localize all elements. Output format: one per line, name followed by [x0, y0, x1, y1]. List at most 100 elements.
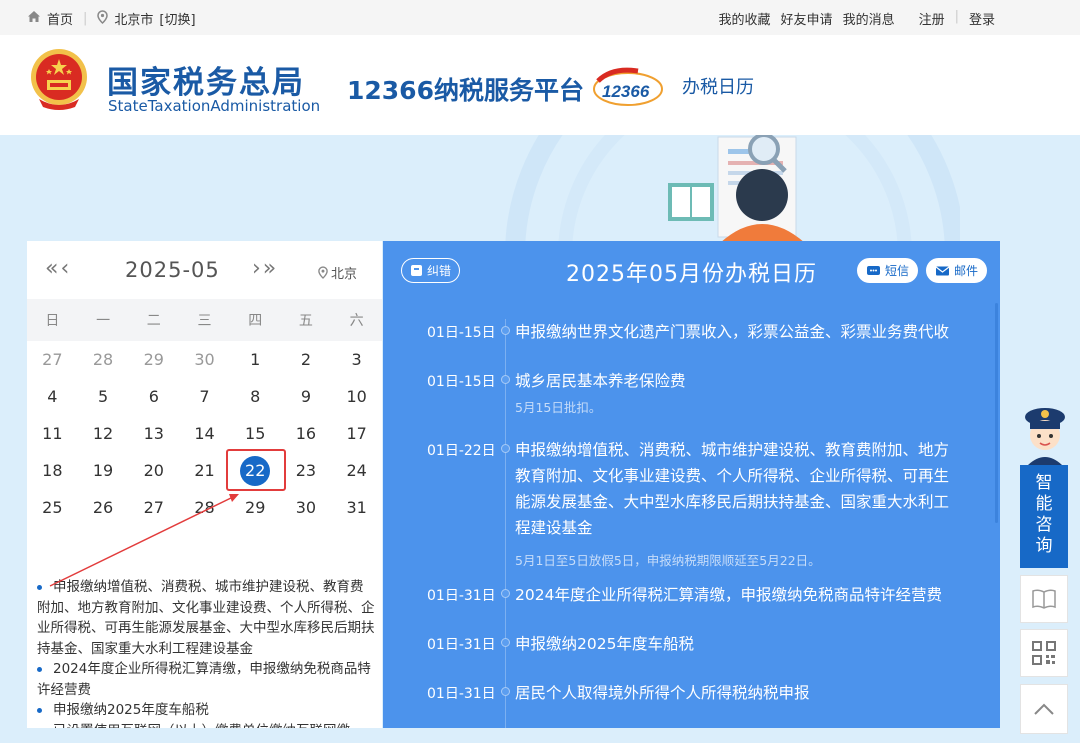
calendar-day[interactable]: 24	[331, 452, 382, 489]
calendar-day-number: 1	[250, 350, 261, 369]
calendar-day-number: 31	[346, 498, 367, 517]
calendar-day-number: 16	[295, 424, 317, 443]
home-icon[interactable]	[27, 10, 41, 27]
calendar-day-number: 7	[199, 387, 210, 406]
calendar-day-number: 4	[47, 387, 58, 406]
favorites-link[interactable]: 我的收藏	[719, 9, 771, 28]
mail-icon	[935, 266, 950, 275]
weekday-label: 一	[96, 313, 111, 329]
calendar-day[interactable]: 19	[78, 452, 129, 489]
timeline-dot	[501, 444, 510, 453]
calendar-day[interactable]: 13	[128, 415, 179, 452]
mail-button[interactable]: 邮件	[926, 258, 988, 283]
calendar-day[interactable]: 8	[230, 378, 281, 415]
calendar-day-number: 3	[351, 350, 362, 369]
top-bar-right: 我的收藏 好友申请 我的消息 注册 | 登录	[719, 9, 995, 28]
sms-label: 短信	[885, 264, 910, 278]
calendar-day[interactable]: 20	[128, 452, 179, 489]
calendar-day-number: 6	[148, 387, 159, 406]
calendar-day[interactable]: 16	[281, 415, 332, 452]
calendar-day[interactable]: 6	[128, 378, 179, 415]
calendar-day[interactable]: 27	[128, 489, 179, 526]
tax-entry-text: 申报缴纳2025年度车船税	[515, 635, 694, 653]
smart-consult-button[interactable]: 智能咨询	[1020, 465, 1068, 568]
tax-entry-text: 2024年度企业所得税汇算清缴，申报缴纳免税商品特许经营费	[515, 586, 942, 604]
task-list-item[interactable]: 申报缴纳增值税、消费税、城市维护建设税、教育费附加、地方教育附加、文化事业建设费…	[35, 577, 375, 659]
calendar-day-number: 30	[295, 498, 317, 517]
scrollbar[interactable]	[995, 303, 998, 523]
prev-month-button[interactable]: «‹	[45, 256, 71, 281]
calendar-day[interactable]: 3	[331, 341, 382, 378]
calendar-day-number: 5	[97, 387, 109, 406]
qr-code-icon	[1032, 641, 1056, 665]
calendar-day[interactable]: 18	[27, 452, 78, 489]
calendar-day[interactable]: 14	[179, 415, 230, 452]
calendar-day[interactable]: 30	[281, 489, 332, 526]
calendar-day[interactable]: 28	[179, 489, 230, 526]
qr-code-button[interactable]	[1020, 629, 1068, 677]
calendar-day-number: 23	[295, 461, 317, 480]
tax-entry-note: 5月15日批扣。	[515, 400, 602, 415]
task-list-item[interactable]: 2024年度企业所得税汇算清缴，申报缴纳免税商品特许经营费	[35, 659, 375, 700]
weekday-label: 三	[197, 313, 212, 329]
assistant-avatar-icon[interactable]	[1020, 405, 1070, 465]
calendar-day[interactable]: 7	[179, 378, 230, 415]
messages-link[interactable]: 我的消息	[843, 9, 895, 28]
mail-label: 邮件	[954, 264, 979, 278]
calendar-day[interactable]: 29	[230, 489, 281, 526]
calendar-day[interactable]: 17	[331, 415, 382, 452]
calendar-day[interactable]: 23	[281, 452, 332, 489]
calendar-day[interactable]: 28	[78, 341, 129, 378]
book-icon	[1032, 589, 1056, 609]
banner-illustration	[505, 135, 960, 245]
calendar-day[interactable]: 11	[27, 415, 78, 452]
calendar-day[interactable]: 2	[281, 341, 332, 378]
calendar-day[interactable]: 30	[179, 341, 230, 378]
calendar-day[interactable]: 4	[27, 378, 78, 415]
tax-timeline: 01日-15日 申报缴纳世界文化遗产门票收入，彩票公益金、彩票业务费代收 01日-1…	[383, 299, 1000, 728]
calendar-day[interactable]: 5	[78, 378, 129, 415]
login-link[interactable]: 登录	[969, 9, 995, 28]
calendar-day-number: 12	[92, 424, 114, 443]
friend-requests-link[interactable]: 好友申请	[781, 9, 833, 28]
guide-button[interactable]	[1020, 575, 1068, 623]
calendar-day-number: 27	[143, 498, 164, 517]
calendar-day[interactable]: 10	[331, 378, 382, 415]
chevron-up-icon	[1034, 703, 1054, 715]
home-link[interactable]: 首页	[47, 9, 73, 28]
page-name: 办税日历	[682, 77, 754, 98]
calendar-day-selected[interactable]: 22	[230, 452, 281, 489]
platform-title[interactable]: 12366纳税服务平台	[347, 71, 584, 107]
calendar-day-number: 20	[143, 461, 164, 480]
brand-name-en: StateTaxationAdministration	[108, 97, 321, 115]
tax-panel-header: 纠错 2025年05月份办税日历 短信 邮件	[383, 241, 1000, 299]
calendar-day[interactable]: 21	[179, 452, 230, 489]
calendar-location-label: 北京	[331, 267, 358, 282]
task-list-item[interactable]: 申报缴纳2025年度车船税	[35, 700, 375, 721]
calendar-day[interactable]: 15	[230, 415, 281, 452]
switch-city-link[interactable]: [切换]	[159, 9, 195, 28]
back-to-top-button[interactable]	[1020, 684, 1068, 734]
calendar-day[interactable]: 31	[331, 489, 382, 526]
calendar-day[interactable]: 27	[27, 341, 78, 378]
calendar-day[interactable]: 26	[78, 489, 129, 526]
calendar-day[interactable]: 9	[281, 378, 332, 415]
current-city: 北京市	[114, 13, 154, 28]
calendar-day[interactable]: 1	[230, 341, 281, 378]
calendar-panel: «‹ 2025-05 ›» 北京 日一二三四五六 27 28 29 30 1 2 3 4 5 6 7…	[27, 241, 382, 728]
register-link[interactable]: 注册	[919, 9, 945, 28]
brand-name-cn[interactable]: 国家税务总局	[107, 57, 305, 102]
calendar-day-number: 17	[346, 424, 367, 443]
weekday-label: 五	[298, 313, 313, 329]
tax-entry-date: 01日-15日	[427, 374, 496, 390]
calendar-day[interactable]: 12	[78, 415, 129, 452]
sms-button[interactable]: 短信	[857, 258, 919, 283]
next-month-button[interactable]: ›»	[252, 256, 278, 281]
calendar-day[interactable]: 29	[128, 341, 179, 378]
calendar-grid: 27 28 29 30 1 2 3 4 5 6 7 8 9 10 11 12 13 14 15 16 17 18 19 20 2…	[27, 341, 382, 526]
calendar-location[interactable]: 北京	[318, 263, 357, 282]
location-pin-icon	[318, 266, 328, 279]
tax-entry-date: 01日-31日	[427, 686, 496, 702]
task-list-item[interactable]: 已设置使用互联网（以上）缴费单位缴纳互联网缴	[35, 721, 375, 729]
calendar-day[interactable]: 25	[27, 489, 78, 526]
